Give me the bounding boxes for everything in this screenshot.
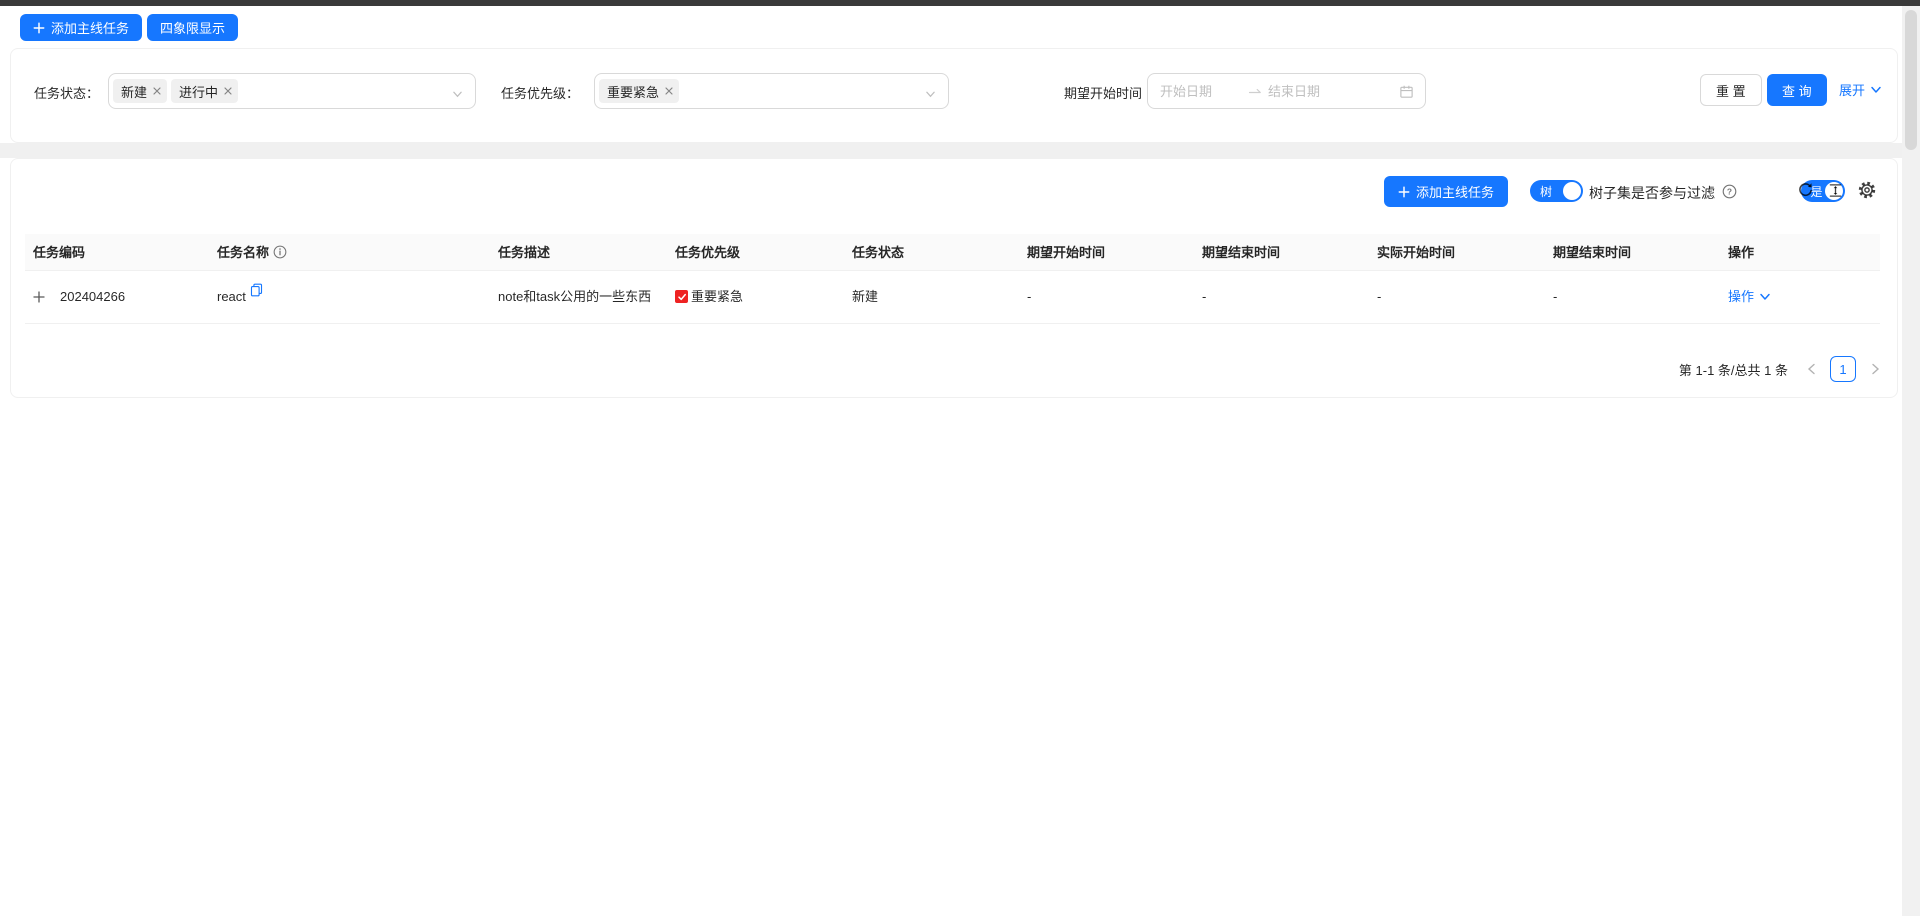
- question-circle-icon[interactable]: ?: [1722, 184, 1737, 199]
- plus-icon: [33, 22, 45, 34]
- pagination-summary: 第 1-1 条/总共 1 条: [1679, 360, 1788, 379]
- task-name: react: [217, 289, 246, 304]
- close-icon[interactable]: [664, 86, 674, 96]
- column-height-icon[interactable]: [1828, 183, 1843, 198]
- expected-start-time-label: 期望开始时间: [1064, 83, 1142, 102]
- section-divider: [0, 143, 1902, 158]
- priority-check-icon: [675, 290, 688, 303]
- add-main-task-label: 添加主线任务: [1416, 182, 1494, 201]
- col-task-priority: 任务优先级: [667, 234, 844, 270]
- task-priority: 重要紧急: [691, 287, 743, 307]
- col-actions: 操作: [1720, 234, 1880, 270]
- arrow-right-icon: [1248, 85, 1262, 97]
- row-expand-icon[interactable]: [33, 291, 45, 303]
- add-main-task-button-top[interactable]: 添加主线任务: [20, 14, 142, 41]
- expected-end-value-2: -: [1545, 270, 1720, 323]
- col-expected-start: 期望开始时间: [1019, 234, 1194, 270]
- next-page-icon[interactable]: [1864, 356, 1886, 382]
- tag-label: 新建: [121, 82, 147, 101]
- pagination: 第 1-1 条/总共 1 条 1: [1679, 356, 1886, 382]
- scrollbar-thumb[interactable]: [1905, 10, 1917, 150]
- expected-start-value: -: [1019, 270, 1194, 323]
- plus-icon: [1398, 186, 1410, 198]
- status-tag-inprogress: 进行中: [171, 79, 238, 103]
- quadrant-display-label: 四象限显示: [160, 18, 225, 37]
- col-task-name: 任务名称: [209, 234, 490, 270]
- copy-icon[interactable]: [250, 283, 263, 303]
- task-description: note和task公用的一些东西: [490, 270, 667, 323]
- scrollbar[interactable]: [1902, 6, 1920, 916]
- chevron-down-icon: [925, 87, 936, 105]
- col-expected-end-2: 期望结束时间: [1545, 234, 1720, 270]
- expand-link[interactable]: 展开: [1839, 80, 1882, 99]
- close-icon[interactable]: [152, 86, 162, 96]
- page-1-button[interactable]: 1: [1830, 356, 1856, 382]
- prev-page-icon[interactable]: [1800, 356, 1822, 382]
- top-action-bar: 添加主线任务 四象限显示: [0, 6, 1920, 48]
- query-button[interactable]: 查 询: [1767, 74, 1827, 106]
- end-date-input[interactable]: [1268, 84, 1399, 99]
- tree-filter-label: 树子集是否参与过滤: [1589, 183, 1715, 203]
- col-task-description: 任务描述: [490, 234, 667, 270]
- row-action-dropdown[interactable]: 操作: [1728, 287, 1771, 307]
- tag-label: 重要紧急: [607, 82, 659, 101]
- switch-knob: [1563, 182, 1581, 200]
- table-header-row: 任务编码 任务名称 任务描述 任务优先级 任务状态 期望开始时间 期望结束时间 …: [25, 234, 1880, 270]
- col-actual-start: 实际开始时间: [1369, 234, 1545, 270]
- chevron-down-icon: [1870, 84, 1882, 96]
- task-status-label: 任务状态：: [34, 83, 99, 102]
- col-task-code: 任务编码: [25, 234, 209, 270]
- action-label: 操作: [1728, 287, 1754, 307]
- chevron-down-icon: [1759, 291, 1771, 303]
- svg-text:?: ?: [1727, 186, 1732, 196]
- gear-icon[interactable]: [1858, 181, 1876, 199]
- expand-label: 展开: [1839, 80, 1865, 99]
- task-code: 202404266: [60, 287, 125, 307]
- task-table: 任务编码 任务名称 任务描述 任务优先级 任务状态 期望开始时间 期望结束时间 …: [25, 234, 1880, 324]
- chevron-down-icon: [452, 87, 463, 105]
- add-main-task-label: 添加主线任务: [51, 18, 129, 37]
- tree-mode-switch[interactable]: 树: [1530, 180, 1583, 202]
- filter-panel: 任务状态： 新建 进行中 任务优先级： 重要紧急 期望开始: [10, 48, 1898, 143]
- table-row: 202404266 react note和task公用的一些东西 重要紧急: [25, 270, 1880, 323]
- task-table-panel: 添加主线任务 树 树子集是否参与过滤 ? 是 任务编码: [10, 158, 1898, 398]
- task-priority-select[interactable]: 重要紧急: [594, 73, 949, 109]
- priority-tag-important-urgent: 重要紧急: [599, 79, 679, 103]
- actual-start-value: -: [1369, 270, 1545, 323]
- col-task-status: 任务状态: [844, 234, 1019, 270]
- expected-end-value: -: [1194, 270, 1369, 323]
- reset-button[interactable]: 重 置: [1700, 74, 1762, 106]
- quadrant-display-button[interactable]: 四象限显示: [147, 14, 238, 41]
- start-date-input[interactable]: [1160, 84, 1242, 99]
- status-tag-new: 新建: [113, 79, 167, 103]
- task-status: 新建: [844, 270, 1019, 323]
- task-status-select[interactable]: 新建 进行中: [108, 73, 476, 109]
- reload-icon[interactable]: [1797, 182, 1814, 199]
- add-main-task-button-table[interactable]: 添加主线任务: [1384, 176, 1508, 207]
- col-expected-end: 期望结束时间: [1194, 234, 1369, 270]
- info-circle-icon[interactable]: [273, 245, 287, 259]
- expected-start-range-picker[interactable]: [1147, 73, 1426, 109]
- close-icon[interactable]: [223, 86, 233, 96]
- tag-label: 进行中: [179, 82, 218, 101]
- calendar-icon: [1399, 84, 1414, 99]
- task-priority-label: 任务优先级：: [501, 83, 579, 102]
